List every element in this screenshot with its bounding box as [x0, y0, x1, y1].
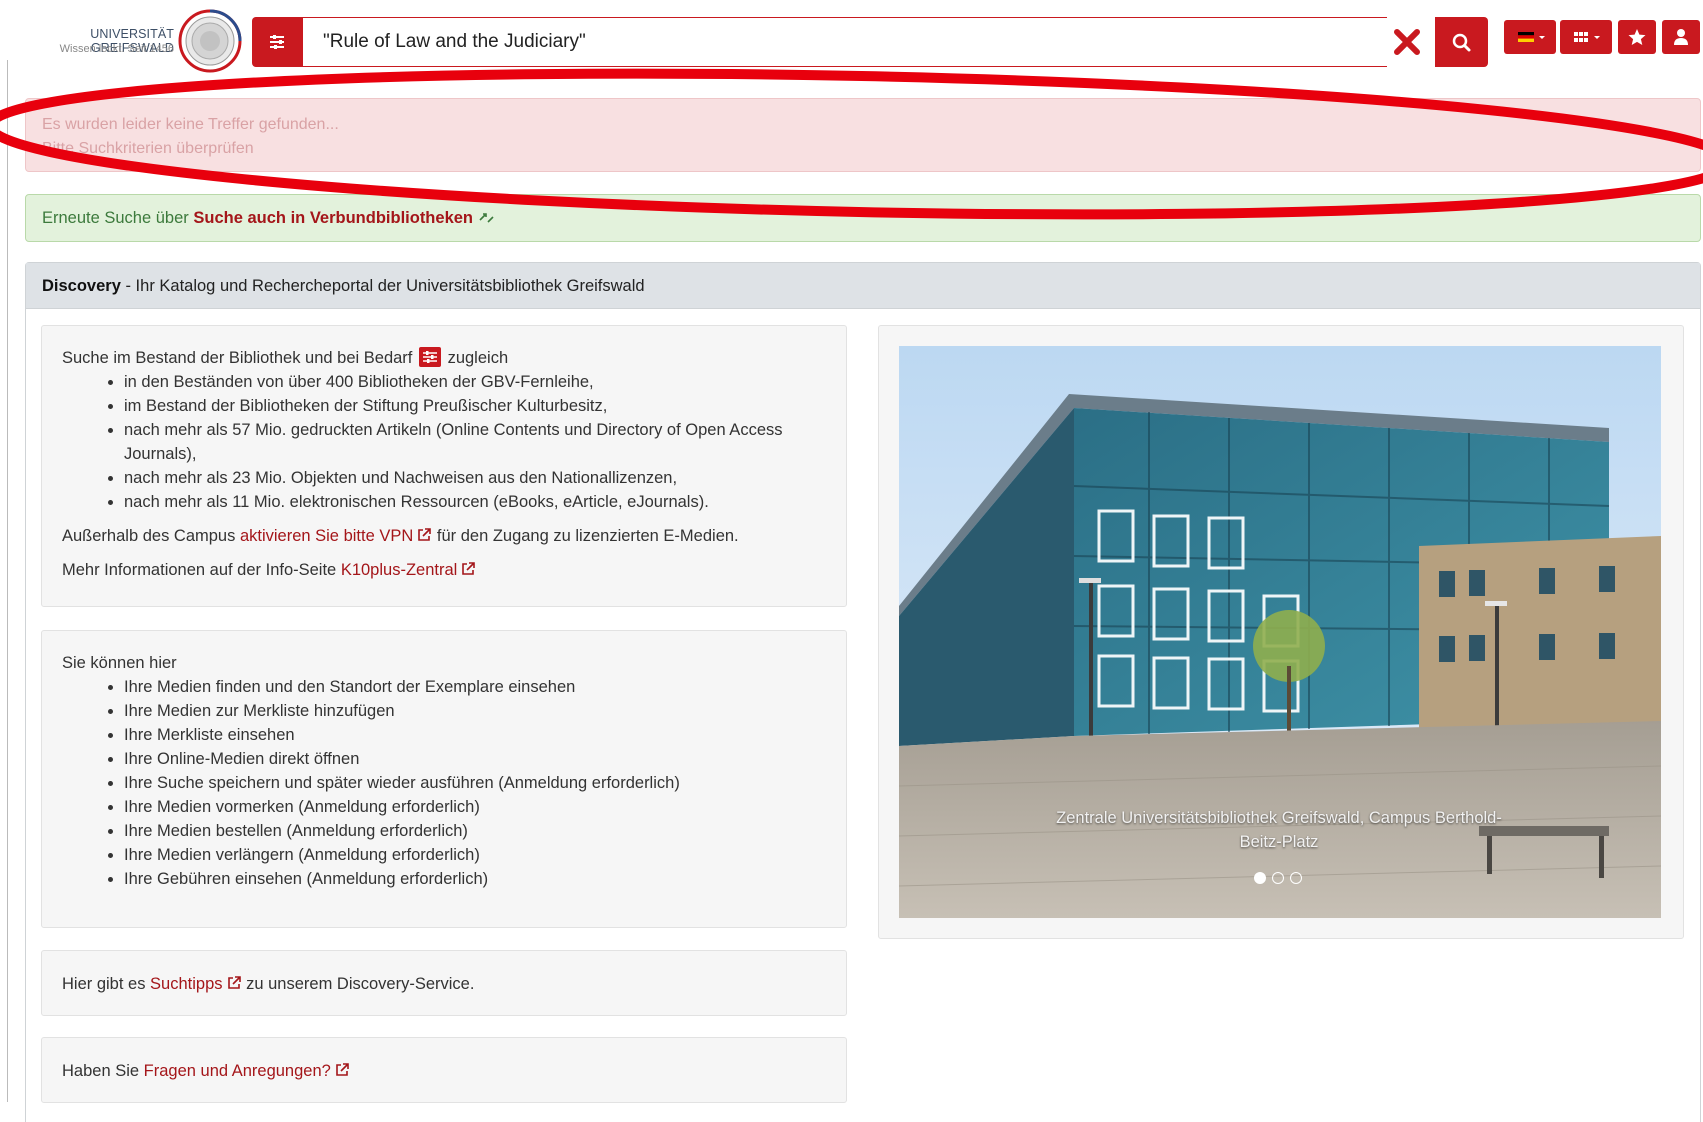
features-list: Ihre Medien finden und den Standort der … [62, 675, 826, 891]
list-item: Ihre Medien zur Merkliste hinzufügen [124, 699, 826, 723]
carousel-indicators [1254, 870, 1314, 886]
list-item: nach mehr als 11 Mio. elektronischen Res… [124, 490, 826, 514]
list-item: nach mehr als 57 Mio. gedruckten Artikel… [124, 418, 826, 466]
list-item: nach mehr als 23 Mio. Objekten und Nachw… [124, 466, 826, 490]
retry-search-alert: Erneute Suche über Suche auch in Verbund… [25, 194, 1701, 242]
sliders-icon [270, 35, 284, 49]
list-item: Ihre Merkliste einsehen [124, 723, 826, 747]
intro-list: in den Beständen von über 400 Bibliothek… [62, 370, 826, 514]
external-link-icon[interactable] [478, 210, 496, 224]
grid-icon [1574, 32, 1600, 42]
k10plus-link[interactable]: K10plus-Zentral [341, 561, 457, 579]
list-item: im Bestand der Bibliotheken der Stiftung… [124, 394, 826, 418]
window-edge [7, 60, 8, 1102]
intro-lead: Suche im Bestand der Bibliothek und bei … [62, 349, 413, 367]
search-icon [1452, 33, 1471, 52]
tips-before: Hier gibt es [62, 975, 146, 993]
carousel-dot[interactable] [1272, 872, 1284, 884]
check-criteria-message: Bitte Suchkriterien überprüfen [42, 140, 254, 157]
carousel-box: Zentrale Universitätsbibliothek Greifswa… [878, 325, 1684, 939]
vpn-text-before: Außerhalb des Campus [62, 527, 236, 545]
info-text-before: Mehr Informationen auf der Info-Seite [62, 561, 337, 579]
list-item: Ihre Gebühren einsehen (Anmeldung erford… [124, 867, 826, 891]
list-item: Ihre Medien vormerken (Anmeldung erforde… [124, 795, 826, 819]
apps-menu-button[interactable] [1560, 20, 1612, 54]
search-network-libraries-link[interactable]: Suche auch in Verbundbibliotheken [193, 209, 473, 227]
features-lead: Sie können hier [62, 654, 177, 672]
search-tips-link[interactable]: Suchtipps [150, 975, 222, 993]
favorites-button[interactable] [1618, 20, 1656, 54]
clear-x-icon[interactable] [1392, 27, 1422, 57]
intro-lead-after: zugleich [447, 349, 509, 367]
network-search-icon [418, 347, 441, 367]
carousel-dot[interactable] [1290, 872, 1302, 884]
user-icon [1674, 29, 1688, 45]
no-results-alert: Es wurden leider keine Treffer gefunden.… [25, 98, 1701, 172]
questions-before: Haben Sie [62, 1062, 140, 1080]
questions-link[interactable]: Fragen und Anregungen? [144, 1062, 331, 1080]
external-link-icon [227, 976, 241, 989]
search-bar: "Rule of Law and the Judiciary" [252, 17, 1488, 67]
logo-tagline: Wissen lockt. Seit 1456 [59, 43, 174, 55]
external-link-icon [462, 562, 476, 575]
search-input[interactable]: "Rule of Law and the Judiciary" [302, 17, 1387, 67]
retry-prefix: Erneute Suche über [42, 209, 189, 227]
no-results-message: Es wurden leider keine Treffer gefunden.… [42, 116, 339, 133]
intro-box: Suche im Bestand der Bibliothek und bei … [41, 325, 847, 607]
carousel-dot-active[interactable] [1254, 872, 1266, 884]
list-item: Ihre Medien verlängern (Anmeldung erford… [124, 843, 826, 867]
library-photo[interactable]: Zentrale Universitätsbibliothek Greifswa… [899, 346, 1661, 918]
flag-de-icon [1518, 32, 1545, 42]
list-item: Ihre Medien bestellen (Anmeldung erforde… [124, 819, 826, 843]
external-link-icon [336, 1063, 349, 1076]
panel-title-rest: - Ihr Katalog und Rechercheportal der Un… [120, 277, 645, 295]
star-icon [1628, 29, 1646, 45]
tips-box: Hier gibt es Suchtipps zu unserem Discov… [41, 950, 847, 1016]
university-seal-icon [178, 9, 242, 73]
questions-box: Haben Sie Fragen und Anregungen? [41, 1037, 847, 1103]
vpn-link[interactable]: aktivieren Sie bitte VPN [240, 527, 413, 545]
vpn-text-after: für den Zugang zu lizenzierten E-Medien. [436, 527, 739, 545]
external-link-icon [418, 528, 432, 541]
list-item: Ihre Suche speichern und später wieder a… [124, 771, 826, 795]
language-button[interactable] [1504, 20, 1556, 54]
panel-heading: Discovery - Ihr Katalog und Recherchepor… [26, 263, 1700, 309]
account-button[interactable] [1662, 20, 1700, 54]
list-item: in den Beständen von über 400 Bibliothek… [124, 370, 826, 394]
search-button[interactable] [1435, 17, 1488, 67]
list-item: Ihre Online-Medien direkt öffnen [124, 747, 826, 771]
carousel-caption: Zentrale Universitätsbibliothek Greifswa… [1056, 809, 1502, 851]
list-item: Ihre Medien finden und den Standort der … [124, 675, 826, 699]
tips-after: zu unserem Discovery-Service. [246, 975, 475, 993]
header: UNIVERSITÄT GREIFSWALD Wissen lockt. Sei… [0, 0, 1703, 85]
panel-title-bold: Discovery [42, 277, 121, 295]
features-box: Sie können hier Ihre Medien finden und d… [41, 630, 847, 928]
university-logo[interactable]: UNIVERSITÄT GREIFSWALD Wissen lockt. Sei… [22, 9, 242, 75]
search-options-button[interactable] [252, 17, 302, 67]
